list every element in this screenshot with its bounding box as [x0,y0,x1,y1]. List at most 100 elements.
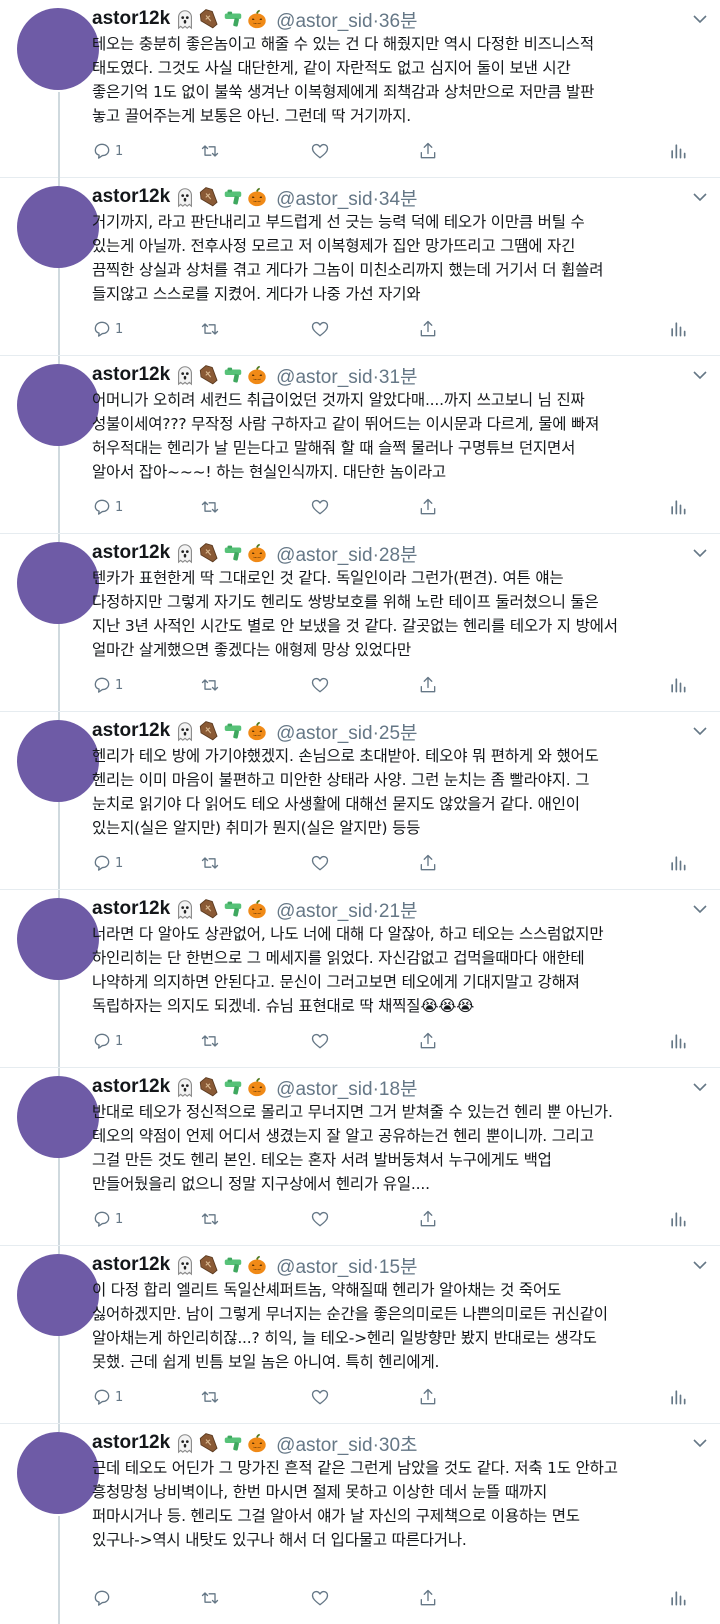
like-button[interactable] [310,141,330,161]
like-button[interactable] [310,853,330,873]
retweet-button[interactable] [200,675,220,695]
reply-button[interactable]: 1 [92,675,123,695]
timestamp[interactable]: 28분 [379,545,418,566]
analytics-button[interactable] [668,1588,688,1608]
handle[interactable]: @astor_sid·18분 [276,1074,417,1101]
timestamp[interactable]: 34분 [379,189,418,210]
chevron-down-icon[interactable] [692,722,708,736]
share-button[interactable] [418,1031,438,1051]
like-button[interactable] [310,1031,330,1051]
tweet[interactable]: astor12k @astor_sid·36분 테오는 충분히 좋은놈이고 해줄… [0,0,720,269]
retweet-button[interactable] [200,1031,220,1051]
display-name[interactable]: astor12k [92,1076,170,1098]
share-button[interactable] [418,1387,438,1407]
tweet[interactable]: astor12k @astor_sid·34분 거기까지, 라고 판단내리고 부… [0,178,720,356]
chevron-down-icon[interactable] [692,544,708,558]
share-button[interactable] [418,853,438,873]
avatar[interactable] [17,720,99,802]
tweet[interactable]: astor12k @astor_sid·25분 헨리가 테오 방에 가기야했겠지… [0,712,720,890]
retweet-button[interactable] [200,1209,220,1229]
reply-button[interactable]: 1 [92,853,123,873]
reply-button[interactable] [92,1588,115,1608]
display-name[interactable]: astor12k [92,542,170,564]
chevron-down-icon[interactable] [692,1434,708,1448]
display-name[interactable]: astor12k [92,1254,170,1276]
chevron-down-icon[interactable] [692,188,708,202]
timestamp[interactable]: 36분 [379,11,418,32]
timestamp[interactable]: 25분 [379,723,418,744]
analytics-button[interactable] [668,497,688,517]
timestamp[interactable]: 31분 [379,367,418,388]
analytics-button[interactable] [668,1031,688,1051]
handle[interactable]: @astor_sid·28분 [276,540,417,567]
avatar[interactable] [17,8,99,90]
analytics-button[interactable] [668,319,688,339]
like-button[interactable] [310,1588,330,1608]
share-button[interactable] [418,1588,438,1608]
display-name[interactable]: astor12k [92,1432,170,1454]
share-button[interactable] [418,1209,438,1229]
analytics-button[interactable] [668,1209,688,1229]
handle[interactable]: @astor_sid·34분 [276,184,417,211]
analytics-button[interactable] [668,141,688,161]
avatar[interactable] [17,364,99,446]
tweet[interactable]: astor12k @astor_sid·31분 어머니가 오히려 세컨드 취급이… [0,356,720,534]
avatar[interactable] [17,1254,99,1336]
share-button[interactable] [418,141,438,161]
analytics-button[interactable] [668,675,688,695]
tweet[interactable]: astor12k @astor_sid·30초 근데 테오도 어딘가 그 망가진… [0,1424,720,1624]
chevron-down-icon[interactable] [692,10,708,24]
tweet[interactable]: astor12k @astor_sid·21분 너라면 다 알아도 상관없어, … [0,890,720,1068]
display-name[interactable]: astor12k [92,898,170,920]
timestamp[interactable]: 30초 [379,1435,418,1456]
display-name[interactable]: astor12k [92,8,170,30]
display-name[interactable]: astor12k [92,364,170,386]
handle[interactable]: @astor_sid·25분 [276,718,417,745]
like-button[interactable] [310,675,330,695]
avatar[interactable] [17,542,99,624]
reply-button[interactable]: 1 [92,1031,123,1051]
avatar[interactable] [17,898,99,980]
handle[interactable]: @astor_sid·30초 [276,1430,417,1457]
retweet-button[interactable] [200,1387,220,1407]
analytics-button[interactable] [668,853,688,873]
display-name[interactable]: astor12k [92,720,170,742]
timestamp[interactable]: 15분 [379,1257,418,1278]
reply-button[interactable]: 1 [92,497,123,517]
handle[interactable]: @astor_sid·21분 [276,896,417,923]
like-button[interactable] [310,319,330,339]
like-button[interactable] [310,1387,330,1407]
chevron-down-icon[interactable] [692,900,708,914]
chevron-down-icon[interactable] [692,1078,708,1092]
avatar[interactable] [17,1432,99,1514]
tweet[interactable]: astor12k @astor_sid·18분 반대로 테오가 정신적으로 몰리… [0,1068,720,1246]
avatar[interactable] [17,1076,99,1158]
share-button[interactable] [418,319,438,339]
retweet-button[interactable] [200,853,220,873]
share-button[interactable] [418,497,438,517]
reply-button[interactable]: 1 [92,1387,123,1407]
analytics-button[interactable] [668,1387,688,1407]
reply-button[interactable]: 1 [92,319,123,339]
retweet-button[interactable] [200,1588,220,1608]
display-name[interactable]: astor12k [92,186,170,208]
retweet-button[interactable] [200,141,220,161]
retweet-button[interactable] [200,319,220,339]
handle[interactable]: @astor_sid·36분 [276,6,417,33]
share-button[interactable] [418,675,438,695]
handle[interactable]: @astor_sid·15분 [276,1252,417,1279]
avatar[interactable] [17,186,99,268]
like-button[interactable] [310,497,330,517]
tweet[interactable]: astor12k @astor_sid·15분 이 다정 합리 엘리트 독일산셰… [0,1246,720,1424]
timestamp[interactable]: 21분 [379,901,418,922]
like-button[interactable] [310,1209,330,1229]
chevron-down-icon[interactable] [692,366,708,380]
chevron-down-icon[interactable] [692,1256,708,1270]
timestamp[interactable]: 18분 [379,1079,418,1100]
handle[interactable]: @astor_sid·31분 [276,362,417,389]
reply-button[interactable]: 1 [92,141,123,161]
reply-button[interactable]: 1 [92,1209,123,1229]
retweet-button[interactable] [200,497,220,517]
tweet-timeline: astor12k @astor_sid·36분 테오는 충분히 좋은놈이고 해줄… [0,0,720,1624]
tweet[interactable]: astor12k @astor_sid·28분 텐카가 표현한게 딱 그대로인 … [0,534,720,712]
